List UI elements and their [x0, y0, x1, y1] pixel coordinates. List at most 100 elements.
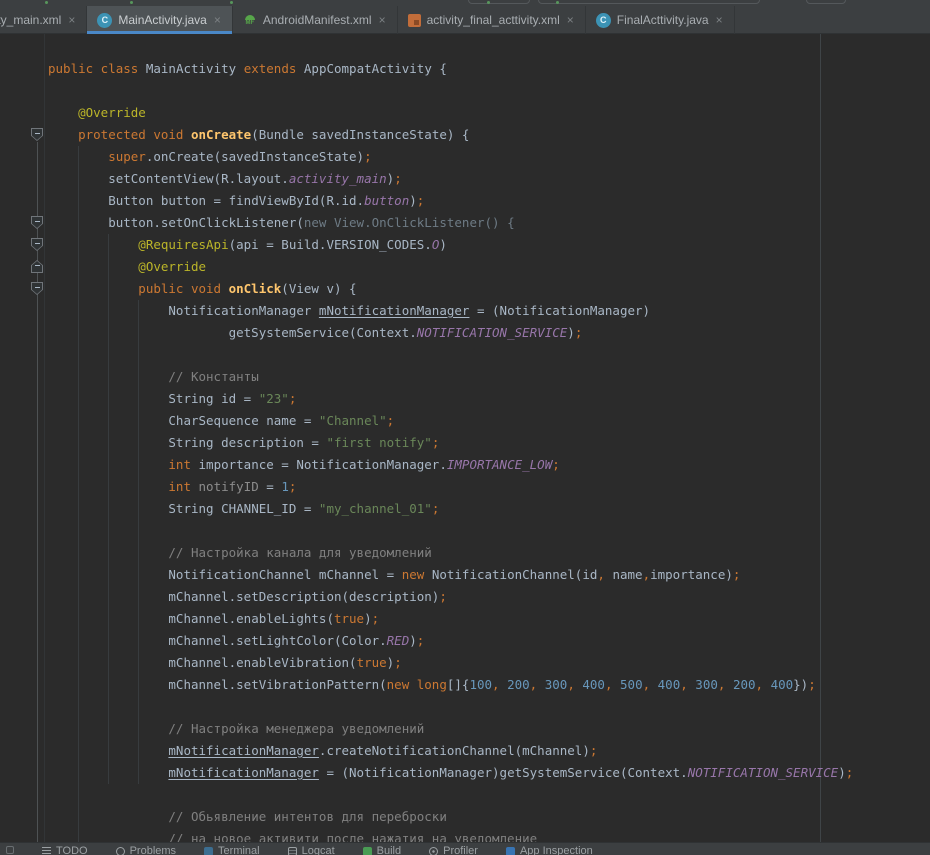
code-line[interactable]: [0, 80, 930, 102]
code-line[interactable]: CharSequence name = "Channel";: [0, 410, 930, 432]
code-line[interactable]: mChannel.setVibrationPattern(new long[]{…: [0, 674, 930, 696]
code-token: 200: [733, 677, 756, 692]
fold-toggle-icon[interactable]: [31, 216, 43, 229]
code-line[interactable]: int importance = NotificationManager.IMP…: [0, 454, 930, 476]
code-line[interactable]: String description = "first notify";: [0, 432, 930, 454]
problems-icon: [116, 847, 125, 855]
code-line[interactable]: setContentView(R.layout.activity_main);: [0, 168, 930, 190]
toolwindow-label: Logcat: [302, 845, 335, 855]
code-token: mChannel.setDescription(description): [168, 589, 439, 604]
fold-toggle-icon[interactable]: [31, 282, 43, 295]
toolwindow-button-todo[interactable]: TODO: [42, 845, 88, 855]
code-line[interactable]: mChannel.setLightColor(Color.RED);: [0, 630, 930, 652]
code-line[interactable]: public class MainActivity extends AppCom…: [0, 58, 930, 80]
code-token: mNotificationManager: [168, 743, 319, 758]
toolwindow-button-terminal[interactable]: Terminal: [204, 845, 260, 855]
tab-close-icon[interactable]: ×: [378, 14, 387, 26]
android-manifest-icon: MF: [243, 13, 257, 27]
code-token: 300: [545, 677, 568, 692]
tab-mainactivity-java[interactable]: CMainActivity.java×: [87, 6, 233, 34]
code-token: Button button = findViewById(R.id.: [108, 193, 364, 208]
code-token: ,: [680, 677, 695, 692]
code-token: 1: [281, 479, 289, 494]
toolwindow-button-app-inspection[interactable]: App Inspection: [506, 845, 593, 855]
java-class-icon: C: [596, 13, 611, 28]
code-line[interactable]: mNotificationManager.createNotificationC…: [0, 740, 930, 762]
code-line[interactable]: // Константы: [0, 366, 930, 388]
code-token: .onCreate(savedInstanceState): [146, 149, 364, 164]
toolbar-button-outline[interactable]: [468, 0, 530, 4]
code-line[interactable]: [0, 520, 930, 542]
toolwindow-button-logcat[interactable]: Logcat: [288, 845, 335, 855]
code-line[interactable]: NotificationManager mNotificationManager…: [0, 300, 930, 322]
code-token: ;: [432, 435, 440, 450]
tab-ivity-main-xml[interactable]: ivity_main.xml×: [0, 6, 87, 34]
fold-toggle-icon[interactable]: [31, 238, 43, 251]
code-token: String id =: [168, 391, 258, 406]
code-token: ): [364, 611, 372, 626]
code-line[interactable]: getSystemService(Context.NOTIFICATION_SE…: [0, 322, 930, 344]
toolwindow-button-problems[interactable]: Problems: [116, 845, 176, 855]
code-token: mChannel.enableVibration(: [168, 655, 356, 670]
code-line[interactable]: [0, 344, 930, 366]
code-line[interactable]: super.onCreate(savedInstanceState);: [0, 146, 930, 168]
code-line[interactable]: mChannel.enableVibration(true);: [0, 652, 930, 674]
tab-androidmanifest-xml[interactable]: MFAndroidManifest.xml×: [233, 6, 398, 34]
code-area[interactable]: public class MainActivity extends AppCom…: [0, 58, 930, 850]
toolwindow-button-build[interactable]: Build: [363, 845, 401, 855]
tab-close-icon[interactable]: ×: [213, 14, 222, 26]
code-token: ,: [756, 677, 771, 692]
code-token: activity_main: [289, 171, 387, 186]
code-line[interactable]: public void onClick(View v) {: [0, 278, 930, 300]
toolwindow-button-profiler[interactable]: Profiler: [429, 845, 478, 855]
code-line[interactable]: @Override: [0, 256, 930, 278]
toolbar-button-outline[interactable]: [538, 0, 760, 4]
code-line[interactable]: @Override: [0, 102, 930, 124]
code-token: button.setOnClickListener(: [108, 215, 304, 230]
code-token: mNotificationManager: [168, 765, 319, 780]
code-line[interactable]: // Настройка менеджера уведомлений: [0, 718, 930, 740]
code-line[interactable]: // Настройка канала для уведомлений: [0, 542, 930, 564]
code-token: ): [567, 325, 575, 340]
code-token: // Настройка канала для уведомлений: [168, 545, 431, 560]
code-line[interactable]: NotificationChannel mChannel = new Notif…: [0, 564, 930, 586]
tab-close-icon[interactable]: ×: [566, 14, 575, 26]
fold-toggle-icon[interactable]: [31, 260, 43, 273]
code-editor[interactable]: public class MainActivity extends AppCom…: [0, 34, 930, 855]
code-line[interactable]: mChannel.setDescription(description);: [0, 586, 930, 608]
tab-close-icon[interactable]: ×: [67, 14, 76, 26]
code-line[interactable]: String id = "23";: [0, 388, 930, 410]
tab-finalacttivity-java[interactable]: C FinalActtivity.java ×: [586, 6, 735, 34]
build-icon: [363, 847, 372, 855]
tab-activity-final-acttivity-xml[interactable]: activity_final_acttivity.xml×: [398, 6, 586, 34]
fold-toggle-icon[interactable]: [31, 128, 43, 141]
toolwindow-label: TODO: [56, 845, 88, 855]
code-line[interactable]: @RequiresApi(api = Build.VERSION_CODES.O…: [0, 234, 930, 256]
code-token: []{: [447, 677, 470, 692]
code-token: new: [402, 567, 432, 582]
code-token: int: [168, 457, 198, 472]
code-line[interactable]: Button button = findViewById(R.id.button…: [0, 190, 930, 212]
code-line[interactable]: int notifyID = 1;: [0, 476, 930, 498]
tab-label: FinalActtivity.java: [617, 13, 709, 27]
window-stub-icon[interactable]: [6, 846, 14, 854]
code-line[interactable]: [0, 784, 930, 806]
code-line[interactable]: protected void onCreate(Bundle savedInst…: [0, 124, 930, 146]
code-token: 500: [620, 677, 643, 692]
code-token: super: [108, 149, 146, 164]
toolbar-button-outline[interactable]: [806, 0, 846, 4]
code-token: name: [605, 567, 643, 582]
tab-bar: ivity_main.xml×CMainActivity.java×MFAndr…: [0, 6, 930, 34]
tab-close-icon[interactable]: ×: [715, 14, 724, 26]
code-token: int: [168, 479, 198, 494]
code-token: ;: [289, 391, 297, 406]
code-token: 400: [658, 677, 681, 692]
code-line[interactable]: String CHANNEL_ID = "my_channel_01";: [0, 498, 930, 520]
code-token: button: [364, 193, 409, 208]
code-line[interactable]: // Обьявление интентов для переброски: [0, 806, 930, 828]
code-token: ,: [605, 677, 620, 692]
code-line[interactable]: mNotificationManager = (NotificationMana…: [0, 762, 930, 784]
code-line[interactable]: mChannel.enableLights(true);: [0, 608, 930, 630]
code-line[interactable]: [0, 696, 930, 718]
code-line[interactable]: button.setOnClickListener(new View.OnCli…: [0, 212, 930, 234]
